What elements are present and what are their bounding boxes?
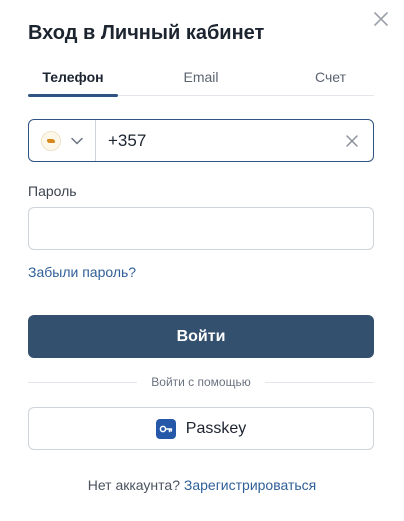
chevron-down-icon (71, 137, 83, 144)
tab-email[interactable]: Email (118, 66, 284, 96)
divider-line (28, 381, 138, 383)
divider-line (264, 381, 374, 383)
tab-phone[interactable]: Телефон (28, 66, 118, 97)
phone-input[interactable] (96, 130, 345, 151)
forgot-password-link[interactable]: Забыли пароль? (28, 264, 136, 280)
login-button[interactable]: Войти (28, 315, 374, 358)
divider: Войти с помощью (28, 374, 374, 390)
country-selector[interactable] (29, 120, 96, 161)
passkey-button[interactable]: Passkey (28, 407, 374, 450)
dialog-title: Вход в Личный кабинет (28, 22, 265, 44)
login-method-tabs: Телефон Email Счет (28, 66, 374, 97)
register-link[interactable]: Зарегистрироваться (184, 477, 316, 493)
clear-input-icon[interactable] (345, 134, 359, 148)
register-prompt: Нет аккаунта? Зарегистрироваться (0, 477, 404, 493)
key-icon (155, 418, 176, 439)
divider-text: Войти с помощью (151, 375, 251, 389)
passkey-label: Passkey (185, 419, 247, 437)
phone-field (28, 119, 374, 162)
tab-account[interactable]: Счет (284, 66, 374, 96)
password-label: Пароль (28, 183, 77, 199)
no-account-text: Нет аккаунта? (87, 477, 180, 493)
cyprus-flag-icon (41, 130, 61, 151)
password-input[interactable] (28, 207, 374, 250)
close-icon[interactable] (372, 10, 390, 28)
